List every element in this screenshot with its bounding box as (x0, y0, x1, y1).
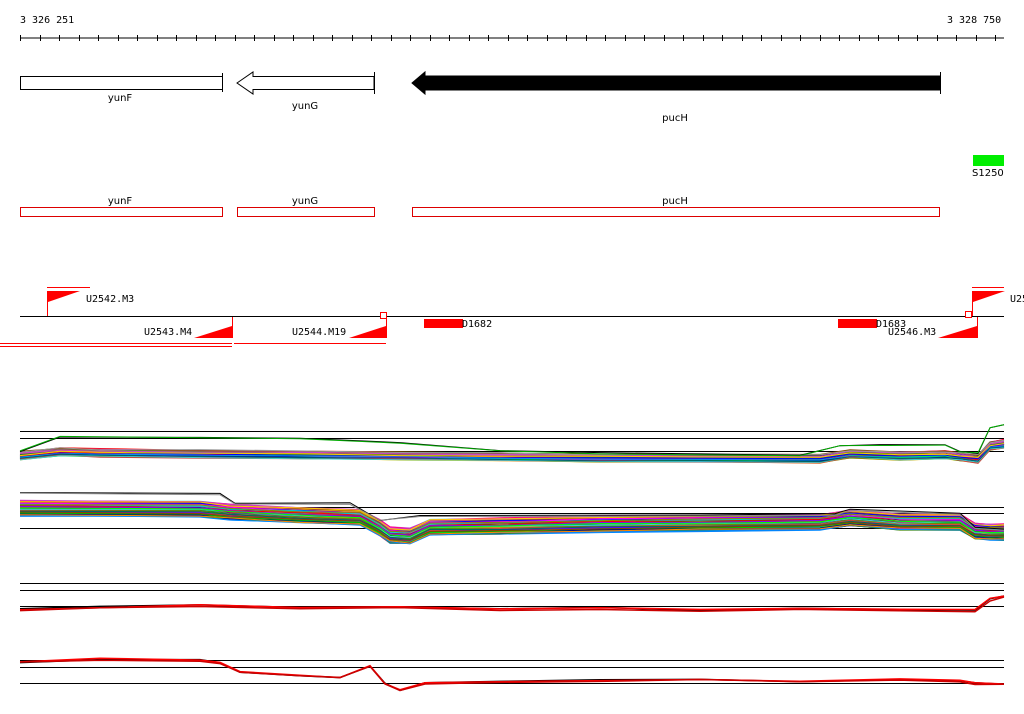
block-label-D1682: D1682 (462, 319, 492, 330)
panel-3-traces (19, 595, 1005, 613)
expression-trace (19, 659, 1005, 692)
tu-U2543-flag (194, 326, 232, 338)
tu-U2547-flag (973, 291, 1005, 302)
tu-U2546-marker (965, 311, 972, 318)
block-D1683-bar (838, 319, 877, 328)
panel-2-traces (19, 492, 1005, 545)
expression-panel-1 (19, 424, 1005, 464)
tu-U2542[interactable]: U2542.M3 (47, 287, 134, 317)
tu-U2544-marker (380, 312, 387, 319)
gene-label-yunG: yunG (292, 101, 318, 112)
annotation-yunF[interactable] (20, 207, 223, 217)
panel-4-traces (19, 657, 1005, 692)
feature-track: S1250 (972, 155, 1004, 179)
tu-U2546-flag (938, 326, 977, 338)
tu-U2544-flag (349, 326, 386, 338)
annotation-label-yunF: yunF (108, 196, 133, 207)
expression-trace (19, 595, 1005, 611)
annotation-label-pucH: pucH (662, 196, 688, 207)
ruler-end-label: 3 328 750 (947, 15, 1001, 26)
tu-U2547[interactable]: U25 (972, 287, 1024, 317)
tu-label-U2546: U2546.M3 (888, 327, 936, 338)
tu-U2542-flag (48, 291, 80, 302)
expression-trace (19, 657, 1005, 691)
tu-label-U2542: U2542.M3 (86, 294, 134, 305)
tu-label-U2547: U25 (1010, 294, 1024, 305)
gene-track: yunF yunG pucH (20, 70, 941, 124)
annotation-track: yunF yunG pucH (20, 196, 940, 217)
expression-panel-2 (19, 492, 1005, 545)
gene-pucH[interactable] (411, 70, 941, 96)
transcription-unit-track: U2542.M3 U2543.M4 U2544.M19 D1682 D1683 (0, 287, 1024, 347)
expression-trace (19, 658, 1005, 692)
annotation-label-yunG: yunG (292, 196, 318, 207)
tu-U2544[interactable]: U2544.M19 (234, 312, 387, 344)
gene-label-pucH: pucH (662, 113, 688, 124)
gene-label-yunF: yunF (108, 93, 133, 104)
ruler-start-label: 3 326 251 (20, 15, 74, 26)
annotation-pucH[interactable] (412, 207, 940, 217)
tu-U2543[interactable]: U2543.M4 (0, 317, 233, 347)
feature-label-S1250: S1250 (972, 168, 1004, 179)
genome-browser-canvas: 3 326 251 3 328 750 yunF yunG pucH S1250… (0, 15, 1024, 692)
coordinate-ruler: 3 326 251 3 328 750 (20, 15, 1004, 41)
gene-yunG[interactable] (236, 71, 375, 95)
expression-panel-4 (19, 657, 1005, 692)
gene-yunF[interactable] (20, 76, 223, 90)
tu-label-U2543: U2543.M4 (144, 327, 192, 338)
annotation-yunG[interactable] (237, 207, 375, 217)
feature-S1250[interactable] (973, 155, 1004, 166)
block-D1682-bar (424, 319, 463, 328)
expression-panel-3 (19, 583, 1005, 613)
panel-1-traces (19, 424, 1005, 464)
block-D1682[interactable]: D1682 (424, 319, 492, 330)
tu-label-U2544: U2544.M19 (292, 327, 346, 338)
